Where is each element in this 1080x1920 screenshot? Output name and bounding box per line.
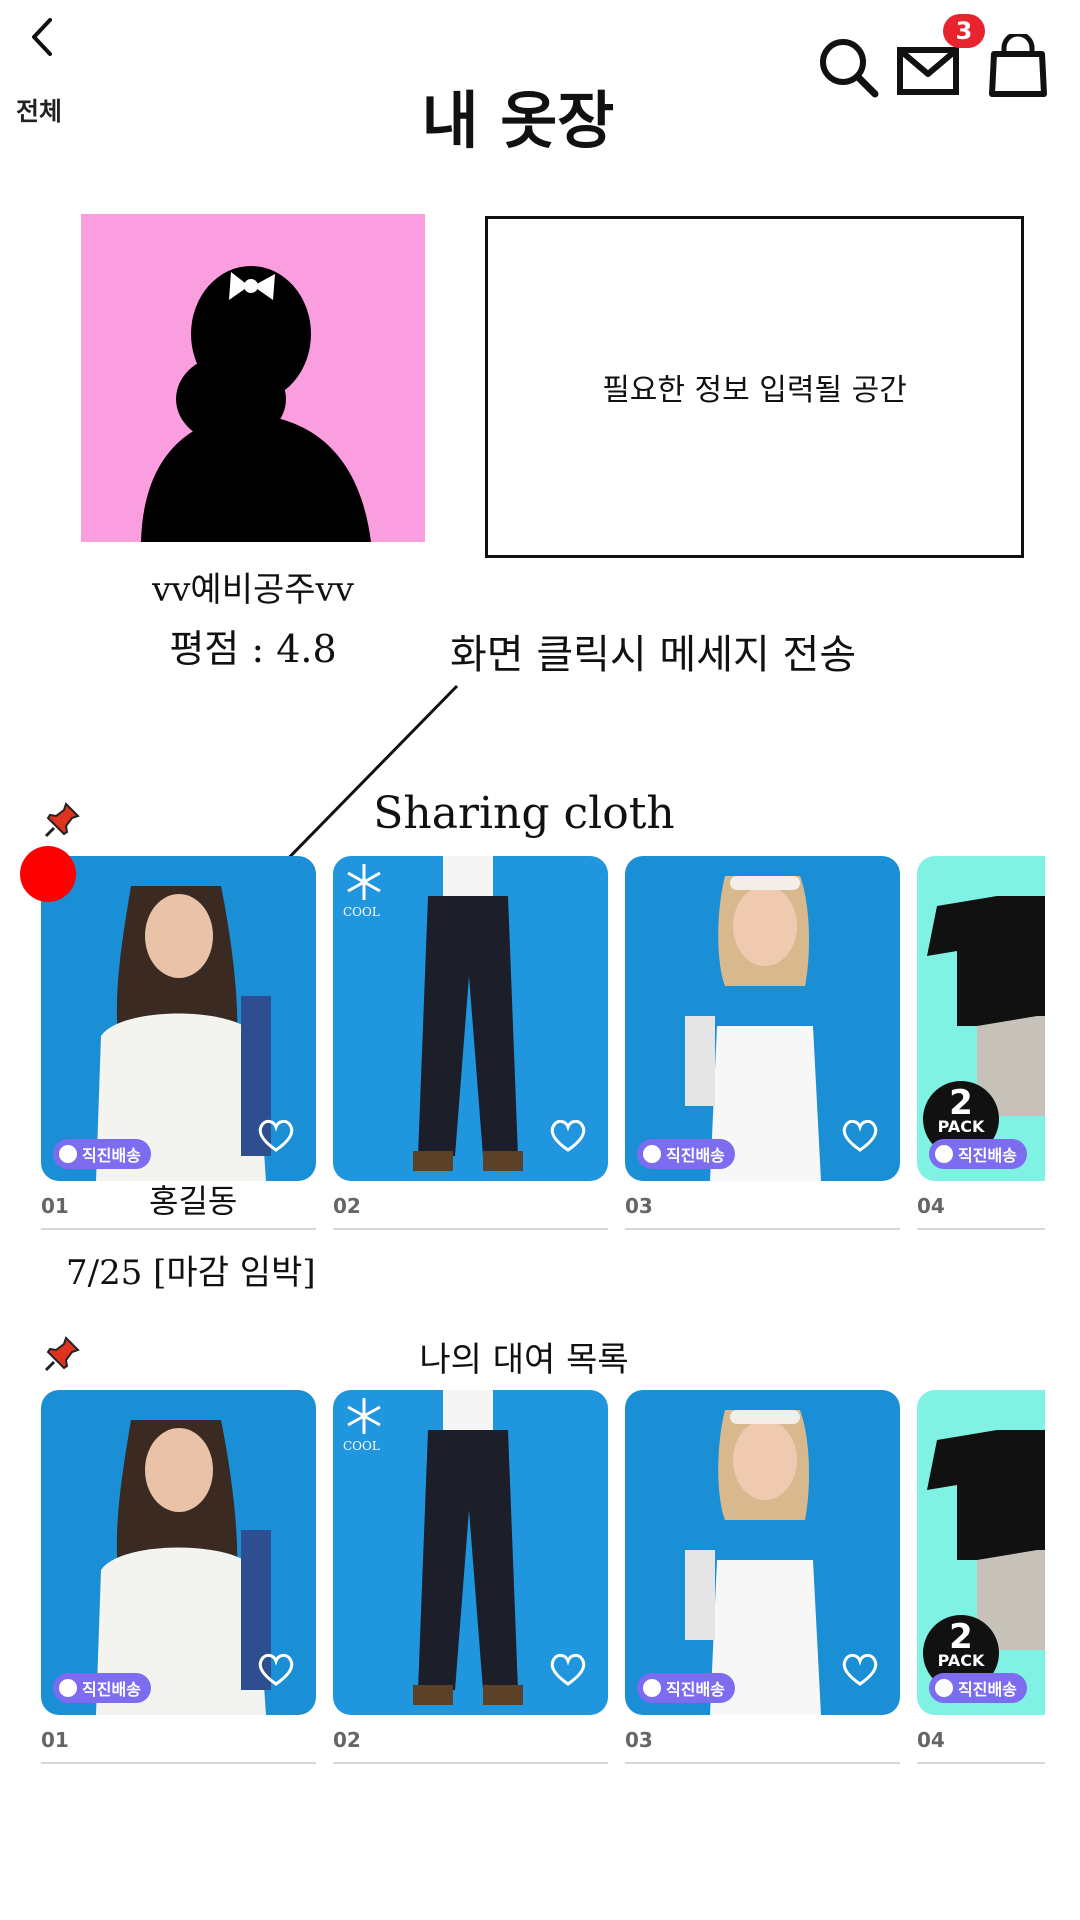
heart-icon[interactable] xyxy=(256,1117,296,1153)
back-button[interactable] xyxy=(18,12,68,62)
product-image: COOL xyxy=(333,1390,608,1715)
avatar-silhouette xyxy=(81,214,425,542)
snowflake-icon: COOL xyxy=(343,1398,381,1453)
section-title-sharing: Sharing cloth xyxy=(373,788,675,839)
divider xyxy=(917,1228,1045,1230)
divider xyxy=(41,1228,316,1230)
rental-row: 직진배송 01 COOL 02 직진배송 03 2 PACK 직진배송 04 xyxy=(41,1390,1045,1810)
divider xyxy=(333,1762,608,1764)
heart-icon[interactable] xyxy=(548,1117,588,1153)
shipping-badge: 직진배송 xyxy=(929,1673,1027,1703)
profile-avatar xyxy=(81,214,425,542)
annotation-note: 화면 클릭시 메세지 전송 xyxy=(450,632,857,678)
card-number: 01 xyxy=(41,1194,69,1218)
search-button[interactable] xyxy=(815,34,883,102)
owner-name: 홍길동 xyxy=(149,1182,238,1220)
divider xyxy=(625,1762,900,1764)
card-number: 03 xyxy=(625,1728,653,1752)
card-number: 04 xyxy=(917,1194,945,1218)
red-dot-marker xyxy=(20,846,76,902)
product-image: 2 PACK 직진배송 xyxy=(917,1390,1045,1715)
product-image: 직진배송 xyxy=(625,1390,900,1715)
card-number: 01 xyxy=(41,1728,69,1752)
back-chevron-icon xyxy=(32,18,52,56)
heart-icon[interactable] xyxy=(840,1117,880,1153)
shopping-bag-icon xyxy=(989,31,1047,97)
shipping-badge: 직진배송 xyxy=(929,1139,1027,1169)
cart-button[interactable] xyxy=(984,31,1052,102)
svg-text:COOL: COOL xyxy=(343,905,380,919)
shipping-badge: 직진배송 xyxy=(53,1673,151,1703)
shipping-badge: 직진배송 xyxy=(53,1139,151,1169)
divider xyxy=(917,1762,1045,1764)
divider xyxy=(41,1762,316,1764)
product-image: 2 PACK 직진배송 xyxy=(917,856,1045,1181)
divider xyxy=(625,1228,900,1230)
deadline-text: 7/25 [마감 임박] xyxy=(66,1253,316,1293)
info-placeholder: 필요한 정보 입력될 공간 xyxy=(602,373,907,408)
heart-icon[interactable] xyxy=(256,1651,296,1687)
section-title-rental: 나의 대여 목록 xyxy=(419,1340,629,1380)
product-image: COOL xyxy=(333,856,608,1181)
svg-text:COOL: COOL xyxy=(343,1439,380,1453)
card-number: 02 xyxy=(333,1728,361,1752)
search-icon xyxy=(820,39,879,98)
shipping-badge: 직진배송 xyxy=(637,1139,735,1169)
heart-icon[interactable] xyxy=(548,1651,588,1687)
info-box: 필요한 정보 입력될 공간 xyxy=(485,216,1024,558)
user-name: vv예비공주vv xyxy=(152,570,354,610)
product-image: 직진배송 xyxy=(41,856,316,1181)
product-image: 직진배송 xyxy=(625,856,900,1181)
divider xyxy=(333,1228,608,1230)
product-image: 직진배송 xyxy=(41,1390,316,1715)
card-number: 04 xyxy=(917,1728,945,1752)
card-number: 02 xyxy=(333,1194,361,1218)
user-rating: 평점 : 4.8 xyxy=(169,627,337,671)
mail-button[interactable] xyxy=(896,38,964,106)
card-number: 03 xyxy=(625,1194,653,1218)
heart-icon[interactable] xyxy=(840,1651,880,1687)
snowflake-icon: COOL xyxy=(343,864,381,919)
mail-icon xyxy=(897,47,959,95)
notification-badge: 3 xyxy=(943,14,985,48)
shipping-badge: 직진배송 xyxy=(637,1673,735,1703)
